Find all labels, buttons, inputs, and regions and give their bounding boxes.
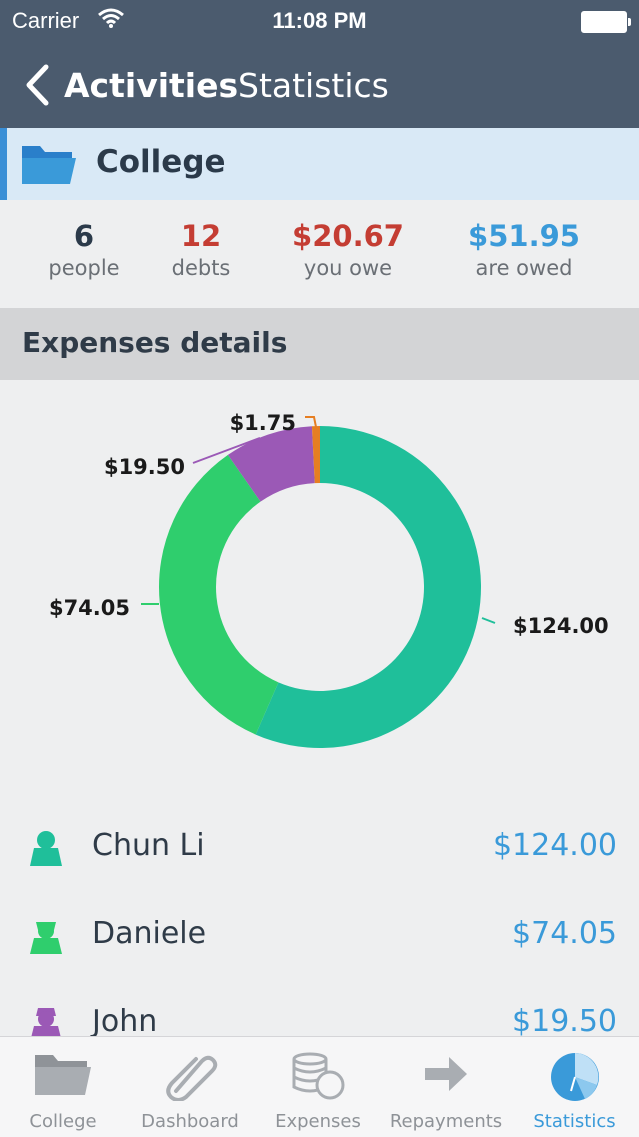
navigation-bar: Activities Statistics [0, 42, 639, 128]
paperclip-icon [166, 1055, 218, 1101]
tab-dashboard[interactable]: Dashboard [126, 1037, 254, 1137]
clock: 11:08 PM [272, 8, 367, 33]
list-item[interactable]: Daniele $74.05 [0, 892, 639, 980]
tab-bar: College Dashboard Expenses Repayments St… [0, 1036, 639, 1137]
arrow-right-icon [425, 1057, 467, 1091]
expenses-donut-chart: $124.00 $74.05 $19.50 $1.75 [49, 411, 609, 748]
stat-label: are owed [475, 256, 573, 280]
stat-people: 6 people [24, 218, 144, 282]
pie-chart-icon [550, 1053, 599, 1101]
tab-label: Statistics [533, 1111, 616, 1132]
data-label: $124.00 [513, 614, 609, 638]
tab-statistics[interactable]: Statistics [510, 1037, 639, 1137]
stat-value: 6 [73, 219, 95, 253]
tab-college[interactable]: College [0, 1037, 126, 1137]
group-name: College [96, 144, 226, 180]
person-amount: $19.50 [512, 1004, 617, 1039]
folder-icon [22, 146, 76, 184]
chevron-left-icon[interactable] [24, 64, 50, 106]
stat-label: people [48, 256, 120, 280]
data-label: $74.05 [49, 596, 130, 620]
person-amount: $124.00 [492, 828, 617, 863]
stat-value: 12 [180, 219, 222, 253]
person-icon [30, 922, 62, 954]
folder-icon [35, 1055, 91, 1095]
section-title: Expenses details [22, 326, 288, 359]
tab-label: Repayments [389, 1111, 503, 1132]
list-item[interactable]: Chun Li $124.00 [0, 804, 639, 892]
page-title: Statistics [238, 66, 389, 105]
tab-label: College [29, 1111, 97, 1132]
leader-line [305, 416, 317, 428]
stat-value: $51.95 [468, 219, 580, 253]
data-label: $19.50 [104, 455, 185, 479]
battery-icon [581, 11, 631, 33]
person-icon [30, 831, 62, 866]
tab-repayments[interactable]: Repayments [382, 1037, 510, 1137]
leader-line [481, 617, 496, 624]
data-label: $1.75 [230, 411, 296, 435]
stat-are-owed: $51.95 are owed [446, 218, 602, 282]
stat-debts: 12 debts [146, 218, 256, 282]
stat-label: you owe [303, 256, 393, 280]
tab-label: Dashboard [141, 1111, 239, 1132]
person-name: John [92, 1004, 158, 1039]
stat-label: debts [171, 256, 231, 280]
person-name: Daniele [92, 916, 207, 951]
coins-icon [292, 1052, 345, 1100]
person-name: Chun Li [92, 828, 205, 863]
tab-label: Expenses [275, 1111, 361, 1132]
section-header: Expenses details [0, 308, 639, 380]
status-bar: Carrier 11:08 PM [0, 0, 639, 42]
group-accent-bar [0, 128, 7, 200]
group-header[interactable]: College [0, 128, 639, 200]
back-button[interactable]: Activities [64, 66, 238, 105]
tab-expenses[interactable]: Expenses [254, 1037, 382, 1137]
summary-stats: 6 people 12 debts $20.67 you owe $51.95 … [0, 200, 639, 308]
stat-value: $20.67 [292, 219, 404, 253]
person-amount: $74.05 [512, 916, 617, 951]
stat-you-owe: $20.67 you owe [272, 218, 424, 282]
